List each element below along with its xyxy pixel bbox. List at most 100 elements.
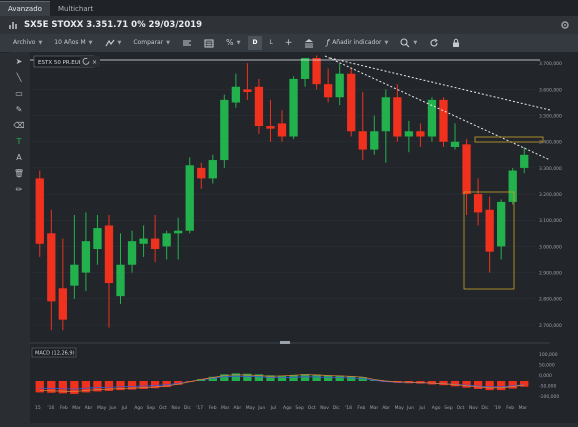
candle-body xyxy=(462,144,471,195)
y-tick-label: 2.700,000 xyxy=(539,323,562,329)
candle-body xyxy=(370,131,379,150)
compare-button[interactable]: Comparar ▼ xyxy=(128,36,175,50)
candle-body xyxy=(231,86,241,103)
candle-body xyxy=(485,209,494,252)
zoom-icon xyxy=(400,38,410,48)
x-tick-label: Abr xyxy=(85,405,93,411)
text-t-icon[interactable]: T xyxy=(14,136,25,147)
macd-tick-label: 0,000 xyxy=(539,373,552,379)
macd-histogram-bar xyxy=(323,375,333,381)
text-a-icon[interactable]: A xyxy=(14,152,25,163)
y-tick-label: 3.300,000 xyxy=(539,166,562,172)
calendar-button[interactable] xyxy=(199,36,219,50)
chart-type-button[interactable]: ▼ xyxy=(100,36,127,50)
chart-title-icon xyxy=(9,22,17,29)
lock-button[interactable] xyxy=(446,36,466,50)
candle-body xyxy=(381,97,390,132)
macd-histogram-bar xyxy=(473,381,483,389)
x-tick-label: Oct xyxy=(457,405,465,411)
x-tick-label: Dic xyxy=(481,405,489,411)
x-tick-label: '19 xyxy=(494,405,501,411)
candle-body xyxy=(93,228,102,250)
candle-body xyxy=(58,288,67,320)
candle-body xyxy=(450,141,460,147)
macd-histogram-bar xyxy=(335,375,344,381)
legend-refresh-button[interactable] xyxy=(80,56,91,67)
pencil-icon[interactable]: ✏ xyxy=(14,184,25,195)
daily-button[interactable]: D xyxy=(247,36,263,50)
bank-button[interactable] xyxy=(299,36,319,50)
calendar-icon xyxy=(204,39,214,48)
x-tick-label: Sep xyxy=(444,405,453,411)
period-selector[interactable]: 10 Años M ▼ xyxy=(49,36,97,50)
chart-area[interactable]: 3.700,000 3.600,000 3.500,000 3.400,000 3.30… xyxy=(30,52,578,423)
y-tick-label: 3.700,000 xyxy=(539,61,562,67)
chevron-down-icon: ▼ xyxy=(413,40,418,46)
x-tick-label: Jul xyxy=(121,405,127,411)
x-tick-label: Mar xyxy=(519,405,528,411)
candle-body xyxy=(150,238,160,250)
indicator-list-button[interactable] xyxy=(177,36,197,50)
archivo-label: Archivo xyxy=(13,39,36,46)
macd-histogram-bar xyxy=(520,381,529,387)
cursor-icon[interactable]: ➤ xyxy=(14,56,25,67)
macd-histogram-bar xyxy=(485,381,494,391)
refresh-button[interactable] xyxy=(424,36,444,50)
candle-body xyxy=(473,194,483,213)
candle-body xyxy=(266,126,275,129)
chevron-down-icon: ▼ xyxy=(166,40,171,46)
candle-body xyxy=(439,99,448,142)
macd-label: MACD (12,26,9) xyxy=(35,351,75,357)
crosshair-button[interactable]: + xyxy=(280,36,298,50)
x-tick-label: Nov xyxy=(320,405,329,411)
rectangle-icon[interactable]: ▭ xyxy=(14,88,25,99)
x-tick-label: May xyxy=(395,405,405,411)
chevron-down-icon: ▼ xyxy=(384,40,389,46)
candle-body xyxy=(81,241,91,273)
candle-body xyxy=(347,73,356,132)
legend-close-button[interactable]: × xyxy=(91,56,100,67)
candle-body xyxy=(520,154,529,168)
macd-histogram-bar xyxy=(439,381,448,386)
macd-histogram-bar xyxy=(277,375,287,381)
candle-body xyxy=(47,233,56,302)
y-tick-label: 3.100,000 xyxy=(539,218,562,224)
x-tick-label: May xyxy=(246,405,256,411)
zoom-button[interactable]: ▼ xyxy=(395,36,422,50)
macd-legend: MACD (12,26,9) xyxy=(31,347,77,358)
brush-icon[interactable]: ✎ xyxy=(14,104,25,115)
x-tick-label: Nov xyxy=(171,405,180,411)
tab-avanzado[interactable]: Avanzado xyxy=(0,1,50,16)
x-tick-label: Abr xyxy=(233,405,241,411)
macd-histogram-bar xyxy=(462,381,471,388)
indicator-list-icon xyxy=(183,40,192,46)
add-indicator-button[interactable]: ƒ Añadir indicador ▼ xyxy=(321,36,393,50)
price-chart-svg[interactable]: 3.700,000 3.600,000 3.500,000 3.400,000 3.30… xyxy=(30,52,578,423)
candle-body xyxy=(393,97,402,137)
candle-body xyxy=(312,58,321,85)
percent-button[interactable]: % ▼ xyxy=(221,36,245,50)
x-tick-label: Dic xyxy=(184,405,192,411)
log-button[interactable]: L xyxy=(264,36,277,50)
legend-label: ESTX 50 PR.EUR xyxy=(38,60,83,66)
candle-body xyxy=(243,89,252,93)
x-tick-label: Feb xyxy=(209,405,217,411)
period-label: 10 Años M xyxy=(54,39,86,46)
x-tick-label: Jun xyxy=(108,405,116,411)
candle-body xyxy=(289,78,298,137)
settings-icon[interactable] xyxy=(560,20,570,30)
candle-body xyxy=(127,241,137,265)
y-tick-label: 3.400,000 xyxy=(539,140,562,146)
macd-histogram-bar xyxy=(497,381,506,391)
pane-divider-handle[interactable] xyxy=(280,341,290,344)
line-icon[interactable]: ╲ xyxy=(14,72,25,83)
trash-icon[interactable]: 🗑 xyxy=(14,168,25,179)
candle-body xyxy=(404,131,414,137)
archivo-menu[interactable]: Archivo ▼ xyxy=(8,36,47,50)
refresh-icon xyxy=(430,38,439,47)
eraser-icon[interactable]: ⌫ xyxy=(13,120,24,131)
macd-tick-label: -50,000 xyxy=(539,384,557,390)
chevron-down-icon: ▼ xyxy=(117,40,122,46)
tab-multichart[interactable]: Multichart xyxy=(50,2,101,16)
bank-icon xyxy=(305,39,314,48)
